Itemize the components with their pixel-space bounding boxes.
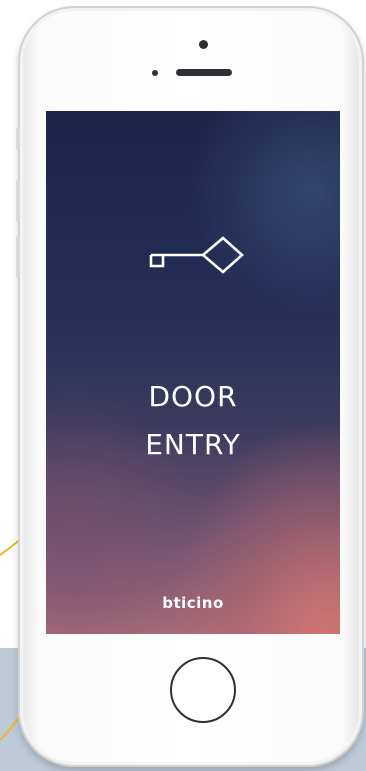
front-camera <box>199 40 208 49</box>
home-button[interactable] <box>170 657 236 723</box>
app-title-line1: DOOR <box>148 380 238 413</box>
earpiece-speaker <box>176 69 232 76</box>
app-splash-screen: DOOR ENTRY bticino <box>46 111 340 634</box>
key-icon <box>149 236 244 274</box>
app-title-line2: ENTRY <box>145 428 241 461</box>
proximity-sensor <box>152 70 158 76</box>
volume-down-button <box>16 236 20 278</box>
brand-logo: bticino <box>162 594 224 612</box>
volume-up-button <box>16 180 20 222</box>
mute-switch <box>16 128 20 150</box>
